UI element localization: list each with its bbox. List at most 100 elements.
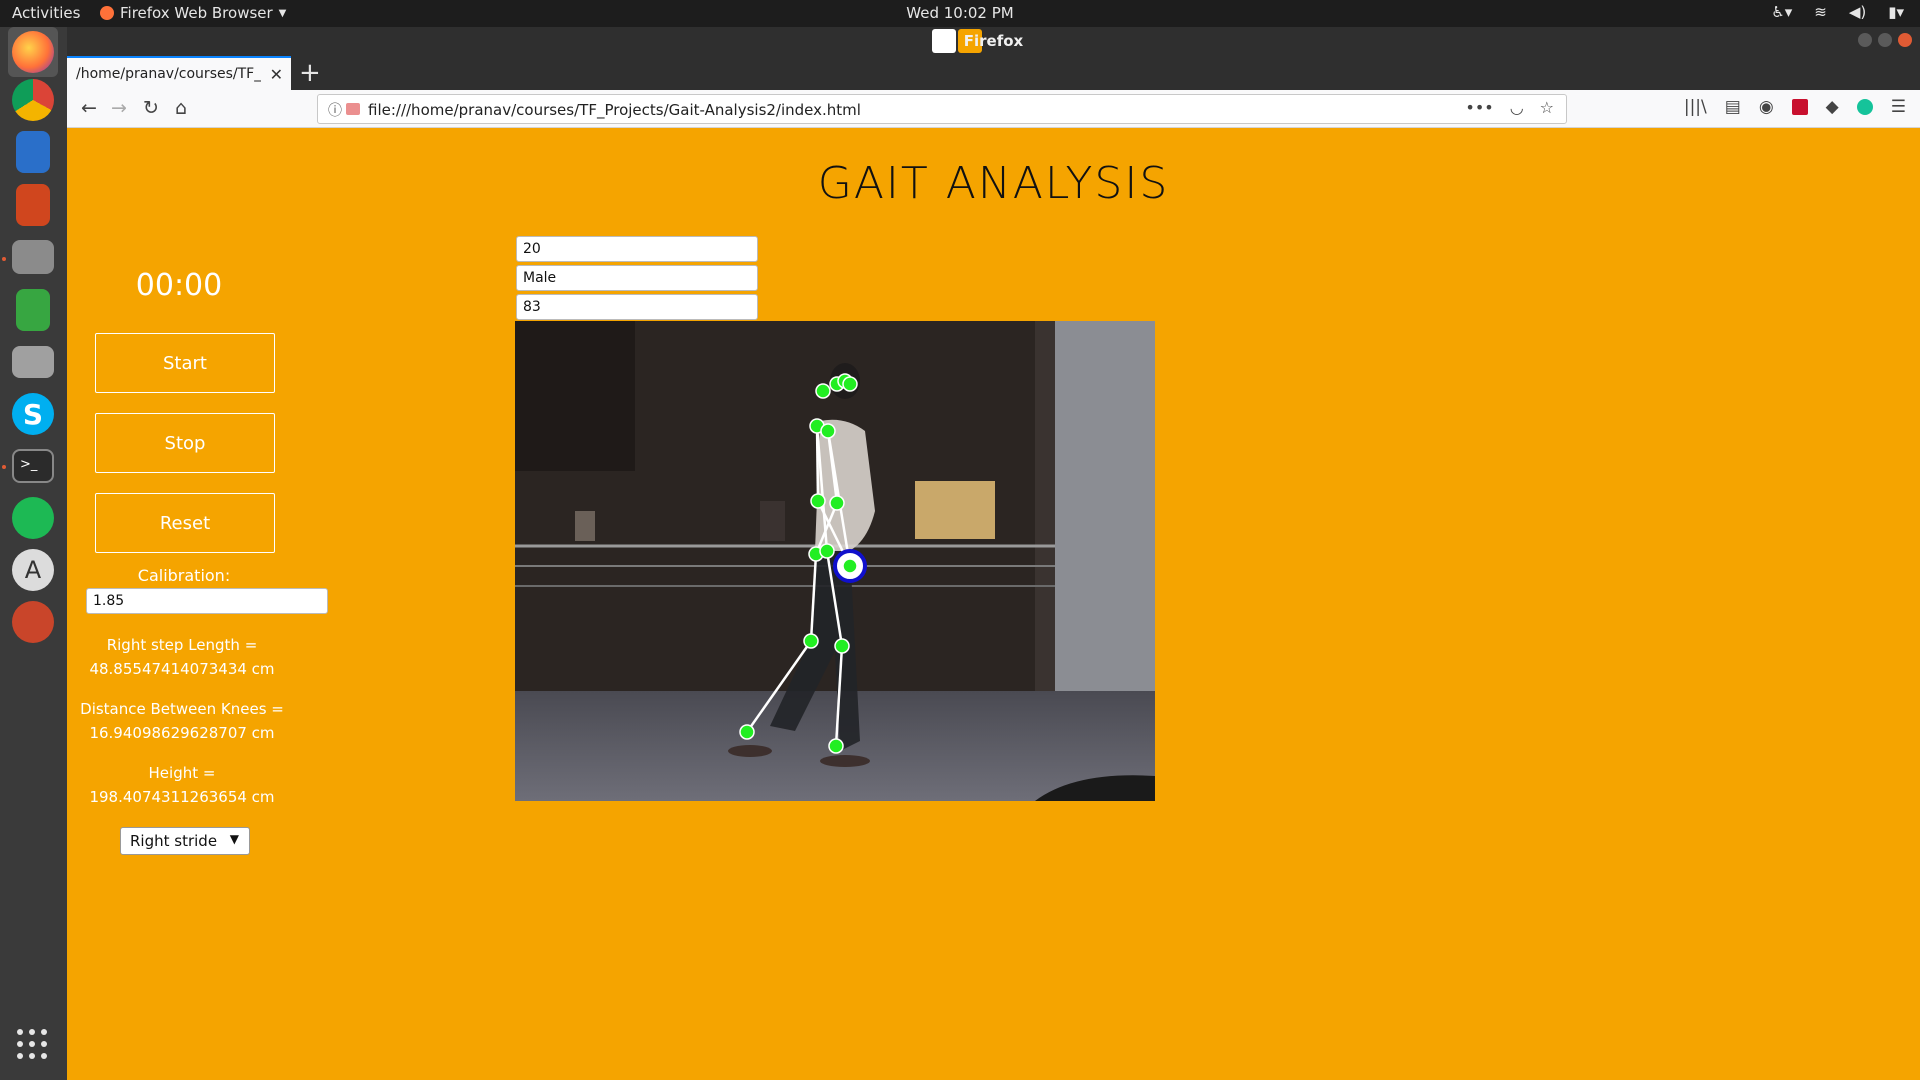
system-top-bar: Activities Firefox Web Browser ▼ Wed 10:…	[0, 0, 1920, 27]
firefox-icon	[100, 6, 114, 20]
keypoint-ankle	[739, 724, 755, 740]
sidebar-icon[interactable]: ▤	[1725, 97, 1741, 117]
back-button[interactable]: ←	[81, 97, 97, 119]
pillar	[1035, 321, 1055, 701]
bookmark-star-icon[interactable]: ☆	[1540, 98, 1554, 117]
battery-icon[interactable]: ▮▾	[1888, 3, 1904, 21]
dock-files[interactable]	[8, 232, 58, 282]
chrome-icon	[12, 79, 54, 121]
calibration-label: Calibration:	[137, 566, 231, 585]
chevron-down-icon: ▼	[278, 7, 287, 19]
calc-icon	[16, 289, 50, 331]
account-icon[interactable]: ◉	[1759, 97, 1774, 117]
dock-terminal[interactable]: >_	[8, 441, 58, 491]
dock-software[interactable]: A	[8, 545, 58, 595]
extension-icon[interactable]: ◆	[1826, 97, 1839, 117]
forward-button[interactable]: →	[111, 97, 127, 119]
dock-chrome[interactable]	[8, 75, 58, 125]
keypoint-ear	[842, 376, 858, 392]
stride-select-value: Right stride	[130, 832, 218, 850]
library-icon[interactable]: |||\	[1684, 97, 1707, 117]
app-menu[interactable]: Firefox Web Browser ▼	[100, 4, 286, 22]
right-step-value: 48.85547414073434 cm	[89, 660, 275, 678]
activities-button[interactable]: Activities	[12, 4, 80, 22]
accessibility-icon[interactable]: ♿▾	[1771, 3, 1792, 21]
spotify-icon	[12, 497, 54, 539]
info-icon[interactable]: ⓘ	[328, 100, 342, 120]
impress-icon	[16, 184, 50, 226]
lit-window	[915, 481, 995, 539]
clock[interactable]: Wed 10:02 PM	[906, 4, 1013, 22]
right-step-metric: Right step Length = 48.85547414073434 cm	[77, 633, 287, 681]
maximize-button[interactable]	[1878, 33, 1892, 47]
camera-permission-icon[interactable]	[346, 103, 360, 115]
window-title-bar: Firefox	[67, 27, 1920, 54]
dock-settings[interactable]	[8, 597, 58, 647]
close-tab-icon[interactable]: ✕	[270, 65, 283, 84]
stride-select[interactable]: Right stride ▼	[120, 827, 250, 855]
reload-button[interactable]: ↻	[143, 97, 159, 119]
page-content: GAIT ANALYSIS 00:00 Start Stop Reset Cal…	[67, 128, 1920, 1080]
navigation-bar: ← → ↻ ⌂ ⓘ file:///home/pranav/courses/TF…	[67, 90, 1920, 128]
keypoint-knee	[803, 633, 819, 649]
new-tab-button[interactable]: +	[299, 58, 321, 88]
page-actions-icon[interactable]: •••	[1465, 98, 1493, 117]
terminal-icon: >_	[12, 449, 54, 483]
right-wall	[1055, 321, 1155, 701]
settings-icon	[12, 601, 54, 643]
gender-input[interactable]	[516, 265, 758, 291]
app-menu-label: Firefox Web Browser	[120, 4, 273, 22]
grammarly-icon[interactable]	[1856, 99, 1873, 115]
menu-icon[interactable]: ☰	[1891, 97, 1906, 117]
dock-writer[interactable]	[8, 127, 58, 177]
dock-skype[interactable]: S	[8, 389, 58, 439]
system-tray[interactable]: ♿▾ ≋ ◀) ▮▾	[1771, 3, 1904, 21]
wifi-icon[interactable]: ≋	[1814, 3, 1827, 21]
home-button[interactable]: ⌂	[175, 97, 187, 119]
age-input[interactable]	[516, 236, 758, 262]
knees-distance-metric: Distance Between Knees = 16.940986296287…	[77, 697, 287, 745]
tab-active[interactable]: /home/pranav/courses/TF_P ✕	[67, 56, 291, 90]
show-applications-icon[interactable]	[17, 1029, 49, 1061]
tab-title: /home/pranav/courses/TF_P	[76, 66, 261, 82]
keypoint-wrist-selected	[833, 549, 867, 583]
right-step-label: Right step Length =	[106, 636, 258, 654]
skype-icon: S	[12, 393, 54, 435]
page-title: GAIT ANALYSIS	[817, 158, 1170, 209]
tab-bar: /home/pranav/courses/TF_P ✕ +	[67, 54, 1920, 90]
door	[760, 501, 785, 541]
height-value: 198.4074311263654 cm	[89, 788, 275, 806]
keypoint-elbow	[829, 495, 845, 511]
window-title: Firefox	[963, 32, 1024, 50]
url-text[interactable]: file:///home/pranav/courses/TF_Projects/…	[368, 101, 861, 119]
keypoint-hip	[819, 543, 835, 559]
files-icon	[12, 240, 54, 274]
pocket-icon[interactable]: ◡	[1510, 98, 1524, 117]
writer-icon	[16, 131, 50, 173]
calibration-input[interactable]	[86, 588, 328, 614]
keypoint-shoulder	[820, 423, 836, 439]
weight-input[interactable]	[516, 294, 758, 320]
url-bar[interactable]: ⓘ file:///home/pranav/courses/TF_Project…	[317, 94, 1567, 124]
stop-button[interactable]: Stop	[95, 413, 275, 473]
volume-icon[interactable]: ◀)	[1849, 3, 1866, 21]
dock-camera[interactable]	[8, 337, 58, 387]
timer-display: 00:00	[135, 268, 223, 303]
dock-calc[interactable]	[8, 285, 58, 335]
pdf-extension-icon[interactable]	[1791, 99, 1808, 115]
chevron-down-icon: ▼	[229, 832, 239, 846]
firefox-icon	[12, 31, 54, 73]
pose-overlay	[515, 321, 1155, 801]
dock-impress[interactable]	[8, 180, 58, 230]
software-center-icon: A	[12, 549, 54, 591]
reset-button[interactable]: Reset	[95, 493, 275, 553]
dock-spotify[interactable]	[8, 493, 58, 543]
minimize-button[interactable]	[1858, 33, 1872, 47]
keypoint-ankle	[828, 738, 844, 754]
dock-firefox[interactable]	[8, 27, 58, 77]
close-window-button[interactable]	[1898, 33, 1912, 47]
dark-opening	[515, 321, 635, 471]
start-button[interactable]: Start	[95, 333, 275, 393]
knees-distance-value: 16.94098629628707 cm	[89, 724, 275, 742]
running-indicator	[2, 465, 6, 469]
